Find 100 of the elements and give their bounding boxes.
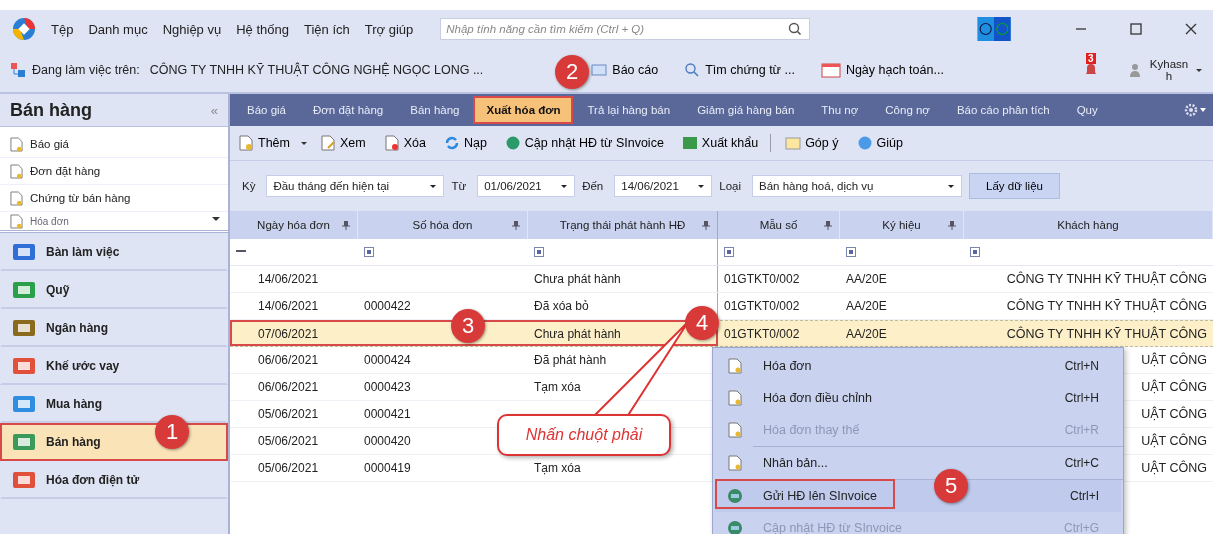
pin-icon[interactable] bbox=[947, 220, 957, 230]
toolbar-button[interactable]: Giúp bbox=[856, 135, 903, 151]
module-item[interactable]: Khế ước vay bbox=[0, 347, 228, 385]
sidebar-item[interactable]: Chứng từ bán hàng bbox=[0, 185, 228, 212]
caret-icon[interactable] bbox=[429, 182, 438, 190]
caret-icon[interactable] bbox=[697, 182, 706, 190]
sidebar-item[interactable]: Báo giá bbox=[0, 131, 228, 158]
table-cell: 05/06/2021 bbox=[258, 407, 319, 421]
pin-icon[interactable] bbox=[511, 220, 521, 230]
close-icon[interactable] bbox=[1183, 21, 1199, 37]
module-item[interactable]: Bàn làm việc bbox=[0, 233, 228, 271]
column-header[interactable]: Trạng thái phát hành HĐ bbox=[528, 211, 718, 239]
sidebar-item[interactable]: Đơn đặt hàng bbox=[0, 158, 228, 185]
company-name: CÔNG TY TNHH KỸ THUẬT CÔNG NGHỆ NGỌC LONG ... bbox=[149, 63, 484, 77]
column-header[interactable]: Ngày hóa đơn bbox=[230, 211, 358, 239]
column-title: Trạng thái phát hành HĐ bbox=[559, 219, 686, 231]
table-cell: 14/06/2021 bbox=[258, 272, 319, 286]
toolbar-button[interactable]: Xem bbox=[319, 135, 366, 151]
tab[interactable]: Báo giá bbox=[234, 96, 299, 124]
table-row[interactable]: 14/06/2021 Chưa phát hành 01GTKT0/002 AA/20E CÔNG TY TNHH KỸ THUẬT CÔNG bbox=[230, 266, 1213, 293]
module-item[interactable]: Hóa đơn điện tử bbox=[0, 461, 228, 499]
column-title: Số hóa đơn bbox=[412, 219, 473, 231]
module-item[interactable]: Ngân hàng bbox=[0, 309, 228, 347]
pin-icon[interactable] bbox=[823, 220, 833, 230]
from-date-field[interactable]: 01/06/2021 bbox=[477, 175, 576, 197]
menu-item[interactable]: Hóa đơn điều chỉnh Ctrl+H bbox=[715, 382, 1121, 414]
toolbar-button[interactable]: Cập nhật HĐ từ SInvoice bbox=[504, 135, 664, 151]
menu-item[interactable]: Tệp bbox=[51, 21, 74, 37]
tab[interactable]: Báo cáo phân tích bbox=[943, 96, 1063, 124]
table-cell: UẬT CÔNG bbox=[1141, 434, 1207, 448]
fetch-data-button[interactable]: Lấy dữ liệu bbox=[969, 173, 1060, 199]
tab[interactable]: Bán hàng bbox=[397, 96, 473, 124]
report-button[interactable]: Báo cáo bbox=[591, 62, 659, 78]
type-dropdown[interactable]: Bán hàng hoá, dịch vụ bbox=[752, 175, 962, 197]
table-cell: 01GTKT0/002 bbox=[724, 299, 800, 313]
user-name[interactable]: Kyhasnh bbox=[1149, 58, 1189, 82]
table-cell: 06/06/2021 bbox=[258, 353, 319, 367]
table-cell: CÔNG TY TNHH KỸ THUẬT CÔNG bbox=[1006, 299, 1207, 313]
search-field[interactable]: Nhập tính năng cần tìm kiếm (Ctrl + Q) bbox=[440, 18, 811, 40]
table-cell: AA/20E bbox=[846, 299, 887, 313]
menu-item[interactable]: Hóa đơn Ctrl+N bbox=[715, 350, 1121, 382]
tab[interactable]: Trả lại hàng bán bbox=[574, 96, 684, 124]
table-cell: UẬT CÔNG bbox=[1141, 380, 1207, 394]
period-label: Kỳ bbox=[242, 180, 256, 192]
filter-icon[interactable] bbox=[970, 247, 980, 257]
toolbar-button[interactable]: Xóa bbox=[383, 135, 426, 151]
caret-icon[interactable] bbox=[299, 139, 308, 147]
tab[interactable]: Công nợ bbox=[872, 96, 943, 124]
filter-icon[interactable] bbox=[724, 247, 734, 257]
tab[interactable]: Thu nợ bbox=[808, 96, 872, 124]
window-icon bbox=[591, 62, 608, 78]
column-header[interactable]: Ký hiệu bbox=[840, 211, 964, 239]
type-label: Loại bbox=[719, 180, 741, 192]
menu-item[interactable]: Trợ giúp bbox=[364, 21, 414, 37]
filter-icon[interactable] bbox=[364, 247, 374, 257]
column-title: Khách hàng bbox=[1057, 219, 1119, 231]
sidebar-title: Bán hàng bbox=[10, 99, 92, 121]
table-cell: CÔNG TY TNHH KỸ THUẬT CÔNG bbox=[1006, 272, 1207, 286]
table-cell: 0000424 bbox=[364, 353, 411, 367]
table-cell: 0000421 bbox=[364, 407, 411, 421]
to-date-field[interactable]: 14/06/2021 bbox=[614, 175, 713, 197]
posting-date-button[interactable]: Ngày hạch toán... bbox=[820, 62, 944, 78]
find-voucher-button[interactable]: Tìm chứng từ ... bbox=[684, 62, 795, 78]
toolbar-button[interactable]: Góp ý bbox=[785, 135, 839, 151]
table-cell: Chưa phát hành bbox=[534, 272, 621, 286]
menu-item[interactable]: Nghiệp vụ bbox=[162, 21, 222, 37]
filter-icon[interactable] bbox=[846, 247, 856, 257]
menu-item[interactable]: Hệ thống bbox=[236, 21, 289, 37]
caret-icon[interactable] bbox=[1195, 66, 1203, 74]
callout-bubble: Nhấn chuột phải bbox=[497, 414, 671, 456]
tab[interactable]: Giảm giá hàng bán bbox=[684, 96, 808, 124]
table-cell: 01GTKT0/002 bbox=[724, 326, 800, 341]
column-title: Mẫu số bbox=[759, 219, 798, 231]
table-cell: UẬT CÔNG bbox=[1141, 407, 1207, 421]
network-icon bbox=[10, 62, 26, 78]
toolbar-button[interactable]: Xuất khẩu bbox=[681, 135, 759, 151]
menu-item[interactable]: Tiện ích bbox=[303, 21, 350, 37]
tab[interactable]: Đơn đặt hàng bbox=[300, 96, 397, 124]
table-cell: 14/06/2021 bbox=[258, 299, 319, 313]
pin-icon[interactable] bbox=[341, 220, 351, 230]
filter-operator-icon[interactable] bbox=[236, 250, 246, 254]
toolbar-button[interactable]: Thêm bbox=[238, 135, 290, 151]
column-header[interactable]: Mẫu số bbox=[718, 211, 840, 239]
pin-icon[interactable] bbox=[701, 220, 711, 230]
toolbar-button[interactable]: Nạp bbox=[443, 135, 487, 151]
module-label: Bán hàng bbox=[46, 435, 101, 449]
filter-icon[interactable] bbox=[534, 247, 544, 257]
caret-icon[interactable] bbox=[947, 182, 955, 190]
caret-icon[interactable] bbox=[560, 182, 569, 190]
tab[interactable]: Xuất hóa đơn bbox=[473, 96, 574, 124]
module-item[interactable]: Quỹ bbox=[0, 271, 228, 309]
menu-item[interactable]: Danh mục bbox=[88, 21, 148, 37]
settings-icon[interactable] bbox=[1183, 102, 1207, 118]
column-header[interactable]: Khách hàng bbox=[964, 211, 1213, 239]
table-cell: 06/06/2021 bbox=[258, 380, 319, 394]
tab[interactable]: Quy bbox=[1063, 96, 1111, 124]
column-header[interactable]: Số hóa đơn bbox=[358, 211, 528, 239]
maximize-icon[interactable] bbox=[1128, 21, 1144, 37]
period-dropdown[interactable]: Đầu tháng đến hiện tại bbox=[266, 175, 445, 197]
app-logo-icon bbox=[12, 17, 36, 41]
